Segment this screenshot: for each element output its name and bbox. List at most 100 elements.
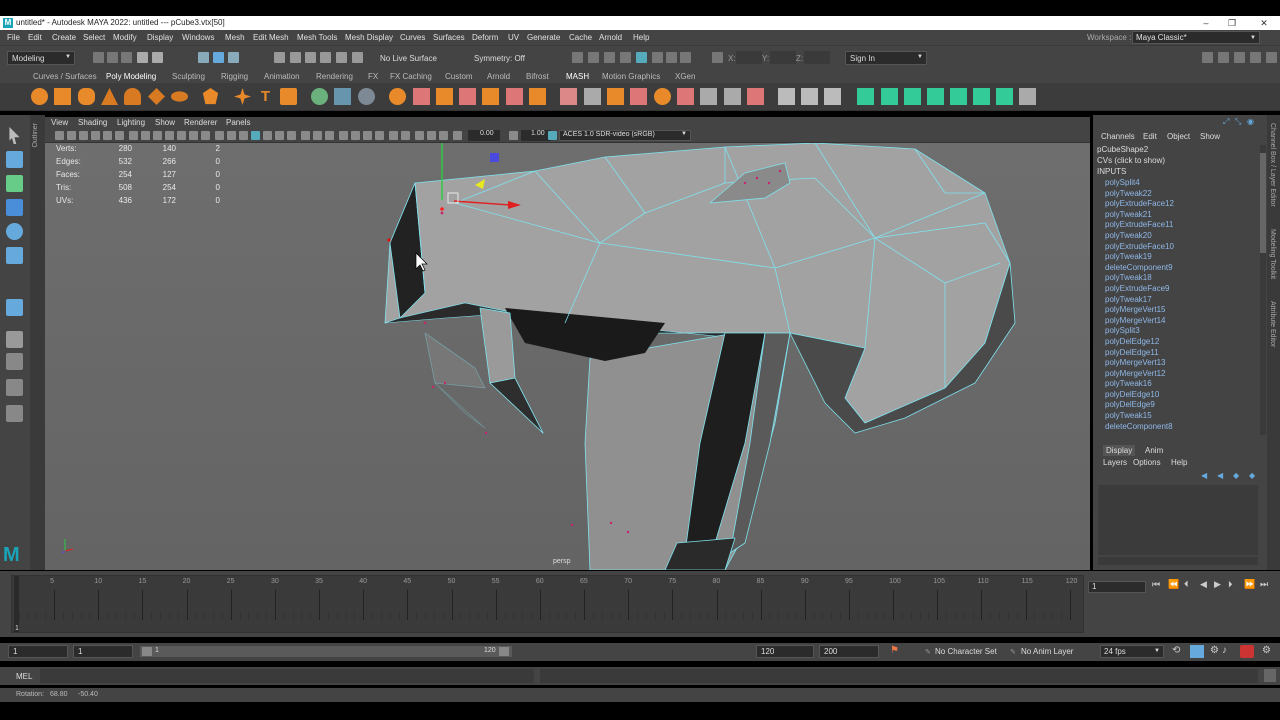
new-scene-icon[interactable] <box>93 52 104 63</box>
history-node[interactable]: polyMergeVert15 <box>1105 305 1260 316</box>
mirror-icon[interactable] <box>778 88 795 105</box>
smooth-shade-icon[interactable] <box>227 131 236 140</box>
playback-end-field[interactable]: 120 <box>756 645 814 658</box>
menu-surfaces[interactable]: Surfaces <box>433 33 465 42</box>
step-forward-frame-icon[interactable]: ⏵ <box>1228 579 1233 590</box>
fill-hole-icon[interactable] <box>506 88 523 105</box>
bookmark-icon[interactable] <box>79 131 88 140</box>
shelf-tab-fx-caching[interactable]: FX Caching <box>390 72 432 81</box>
uv-editor-icon[interactable] <box>857 88 874 105</box>
camera-based-map-icon[interactable] <box>973 88 990 105</box>
hud-icon[interactable] <box>427 131 436 140</box>
playblast-icon[interactable] <box>666 52 677 63</box>
menu-select[interactable]: Select <box>83 33 105 42</box>
svg-icon[interactable] <box>280 88 297 105</box>
layer-move-up-icon[interactable]: ◀ <box>1201 471 1207 480</box>
x-field[interactable] <box>736 51 762 64</box>
channel-box-scrollbar[interactable] <box>1260 145 1266 435</box>
scrollbar-thumb[interactable] <box>1260 153 1266 253</box>
history-node[interactable]: polyTweak18 <box>1105 273 1260 284</box>
hypershade-icon[interactable] <box>636 52 647 63</box>
select-by-hierarchy-icon[interactable] <box>198 52 209 63</box>
viewport-menu-renderer[interactable]: Renderer <box>184 118 217 127</box>
motion-blur-icon[interactable] <box>313 131 322 140</box>
append-polygon-icon[interactable] <box>482 88 499 105</box>
command-language-label[interactable]: MEL <box>16 672 32 681</box>
go-to-end-icon[interactable]: ⏭ <box>1260 579 1268 590</box>
poly-torus-icon[interactable] <box>124 88 141 105</box>
redo-icon[interactable] <box>152 52 163 63</box>
multi-cut-icon[interactable] <box>560 88 577 105</box>
shelf-tab-xgen[interactable]: XGen <box>675 72 695 81</box>
gamma-toggle-icon[interactable] <box>439 131 448 140</box>
poly-cube-icon[interactable] <box>54 88 71 105</box>
slide-edge-icon[interactable] <box>724 88 741 105</box>
symmetry-label[interactable]: Symmetry: Off <box>474 54 525 63</box>
history-node[interactable]: polyExtrudeFace12 <box>1105 199 1260 210</box>
viewport-menu-shading[interactable]: Shading <box>78 118 107 127</box>
spherical-map-icon[interactable] <box>950 88 967 105</box>
layer-tab-anim[interactable]: Anim <box>1145 446 1163 455</box>
history-node[interactable]: polyExtrudeFace9 <box>1105 284 1260 295</box>
go-to-start-icon[interactable]: ⏮ <box>1152 579 1160 590</box>
anti-aliasing-icon[interactable] <box>325 131 334 140</box>
poke-icon[interactable] <box>529 88 546 105</box>
create-layer-selected-icon[interactable]: ◆ <box>1249 471 1255 480</box>
render-view-icon[interactable] <box>652 52 663 63</box>
poly-sphere-icon[interactable] <box>31 88 48 105</box>
outliner-side-tab[interactable]: Outliner <box>30 115 45 570</box>
shelf-tab-sculpting[interactable]: Sculpting <box>172 72 205 81</box>
layer-menu-layers[interactable]: Layers <box>1103 458 1127 467</box>
lasso-tool-icon[interactable] <box>6 151 23 168</box>
menu-uv[interactable]: UV <box>508 33 519 42</box>
insert-edge-loop-icon[interactable] <box>677 88 694 105</box>
shelf-tab-animation[interactable]: Animation <box>264 72 300 81</box>
tool-settings-icon[interactable] <box>1250 52 1261 63</box>
shelf-tab-arnold[interactable]: Arnold <box>487 72 510 81</box>
sound-icon[interactable]: ♪ <box>1222 645 1227 656</box>
create-layer-icon[interactable]: ◆ <box>1233 471 1239 480</box>
panel-icon-3[interactable]: ◉ <box>1247 117 1254 126</box>
perspective-viewport[interactable]: Verts: 280 140 2 Edges: 532 266 0 Faces:… <box>45 143 1090 570</box>
screen-space-ao-icon[interactable] <box>301 131 310 140</box>
step-back-frame-icon[interactable]: ⏴ <box>1184 579 1189 590</box>
paint-select-tool-icon[interactable] <box>6 175 23 192</box>
poly-plane-icon[interactable] <box>148 88 165 105</box>
menu-arnold[interactable]: Arnold <box>599 33 622 42</box>
smooth-icon[interactable] <box>358 88 375 105</box>
close-button[interactable]: ✕ <box>1254 17 1274 29</box>
minimize-button[interactable]: – <box>1196 17 1216 29</box>
xray-icon[interactable] <box>363 131 372 140</box>
xray-joints-icon[interactable] <box>375 131 384 140</box>
edge-loop-icon[interactable] <box>654 88 671 105</box>
transform-input-icon[interactable] <box>712 52 723 63</box>
menu-file[interactable]: File <box>7 33 20 42</box>
history-node[interactable]: polyDelEdge12 <box>1105 337 1260 348</box>
safe-title-icon[interactable] <box>201 131 210 140</box>
bevel-icon[interactable] <box>459 88 476 105</box>
animation-preferences-icon[interactable] <box>1240 645 1254 658</box>
menu-curves[interactable]: Curves <box>400 33 425 42</box>
film-gate-icon[interactable] <box>141 131 150 140</box>
connect-icon[interactable] <box>607 88 624 105</box>
auto-key-icon[interactable]: ⚑ <box>890 645 899 656</box>
boolean-union-icon[interactable] <box>389 88 406 105</box>
gate-mask-icon[interactable] <box>165 131 174 140</box>
move-manipulator-z-handle[interactable] <box>490 153 499 162</box>
channel-box-menu-object[interactable]: Object <box>1167 132 1190 141</box>
ipr-render-icon[interactable] <box>604 52 615 63</box>
history-node[interactable]: polyDelEdge10 <box>1105 390 1260 401</box>
step-back-key-icon[interactable]: ⏪ <box>1168 579 1179 590</box>
history-node[interactable]: polyTweak21 <box>1105 210 1260 221</box>
camera-attributes-icon[interactable] <box>67 131 76 140</box>
range-slider-start-handle[interactable] <box>142 647 152 656</box>
safe-action-icon[interactable] <box>189 131 198 140</box>
flip-icon[interactable] <box>801 88 818 105</box>
soft-select-icon[interactable] <box>6 331 23 348</box>
preferences-icon[interactable]: ⚙ <box>1262 645 1271 656</box>
render-icon[interactable] <box>572 52 583 63</box>
wireframe-icon[interactable] <box>215 131 224 140</box>
layer-tab-display[interactable]: Display <box>1103 445 1136 456</box>
bridge-icon[interactable] <box>436 88 453 105</box>
menu-display[interactable]: Display <box>147 33 173 42</box>
